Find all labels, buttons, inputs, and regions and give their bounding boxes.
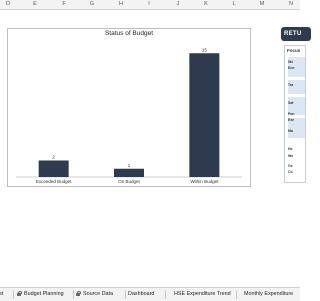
bar-exceeded-budget[interactable]	[38, 160, 69, 178]
sheet-tab-monthly-expenditure[interactable]: Monthly Expenditure	[244, 288, 293, 301]
side-panel-item-label: He	[288, 147, 293, 151]
column-letter-k[interactable]: K	[201, 0, 211, 9]
side-panel-item-label: Ene	[288, 66, 295, 70]
sheet-tab-label: Source Data	[83, 291, 113, 297]
side-panel-item-label: We	[288, 154, 294, 158]
bar-within-budget[interactable]	[189, 53, 220, 177]
side-panel-item-label: Ma	[288, 129, 293, 133]
side-panel-item-label: Saf	[288, 101, 294, 105]
side-panel: Focus We Ene Tra Saf Pen Exe Ma He We Ge Co	[284, 45, 306, 183]
column-letter-l[interactable]: L	[229, 0, 239, 9]
column-letter-h[interactable]: H	[116, 0, 126, 9]
chart-container[interactable]: Status of Budget 2 Exceeded Budget 1 On Bud…	[7, 28, 251, 187]
tab-separator	[165, 290, 166, 299]
tab-separator	[236, 290, 237, 299]
side-panel-item-label: Tra	[288, 83, 294, 87]
column-letter-i[interactable]: I	[144, 0, 154, 9]
sheet-tab-label: Budget Planning	[24, 291, 64, 297]
side-panel-focus-label: Focus	[287, 48, 301, 53]
tab-separator	[125, 290, 126, 299]
sheet-tab-label: st	[0, 291, 4, 297]
lock-icon	[76, 290, 81, 296]
sheet-tab-label: HSE Expenditure Trend	[174, 291, 231, 297]
bar-chart: 2 Exceeded Budget 1 On Budget 15 Within Budge…	[16, 47, 242, 184]
side-panel-item-label: Co	[288, 170, 293, 174]
column-letter-e[interactable]: E	[30, 0, 40, 9]
category-tick-label: On Budget	[118, 179, 140, 184]
sheet-tab-dashboard[interactable]: Dashboard	[128, 288, 154, 301]
tab-separator	[73, 290, 74, 299]
bar-on-budget[interactable]	[114, 168, 144, 177]
side-panel-item-label: Exe	[288, 118, 295, 122]
sheet-tab-label: Monthly Expenditure	[244, 291, 294, 297]
lock-icon	[17, 290, 22, 296]
column-letter-f[interactable]: F	[59, 0, 69, 9]
side-panel-item-label: Ge	[288, 164, 293, 168]
data-label: 15	[202, 47, 208, 52]
sheet-tab-budget-planning[interactable]: Budget Planning	[17, 288, 64, 301]
column-letter-n[interactable]: N	[286, 0, 296, 9]
column-letter-d[interactable]: D	[3, 0, 13, 9]
column-letter-g[interactable]: G	[87, 0, 97, 9]
side-panel-item-label: Pen	[288, 112, 295, 116]
column-letter-m[interactable]: M	[257, 0, 267, 9]
sheet-tab-st[interactable]: st	[0, 288, 3, 301]
data-label: 2	[52, 155, 55, 160]
column-header-row: D E F G H I J K L M N	[0, 0, 300, 10]
sheet-tab-bar: st Budget Planning Source Data Dashboard HSE…	[0, 287, 300, 301]
side-panel-header: RETU	[281, 27, 311, 41]
side-panel-item-label: We	[288, 60, 294, 64]
sheet-tab-hse-expenditure-trend[interactable]: HSE Expenditure Trend	[174, 288, 231, 301]
sheet-tab-label: Dashboard	[128, 291, 155, 297]
data-label: 1	[128, 163, 131, 168]
category-tick-label: Within Budget	[190, 179, 219, 184]
sheet-tab-source-data[interactable]: Source Data	[76, 288, 113, 301]
tab-separator	[13, 290, 14, 299]
category-tick-label: Exceeded Budget	[36, 179, 72, 184]
column-letter-j[interactable]: J	[173, 0, 183, 9]
